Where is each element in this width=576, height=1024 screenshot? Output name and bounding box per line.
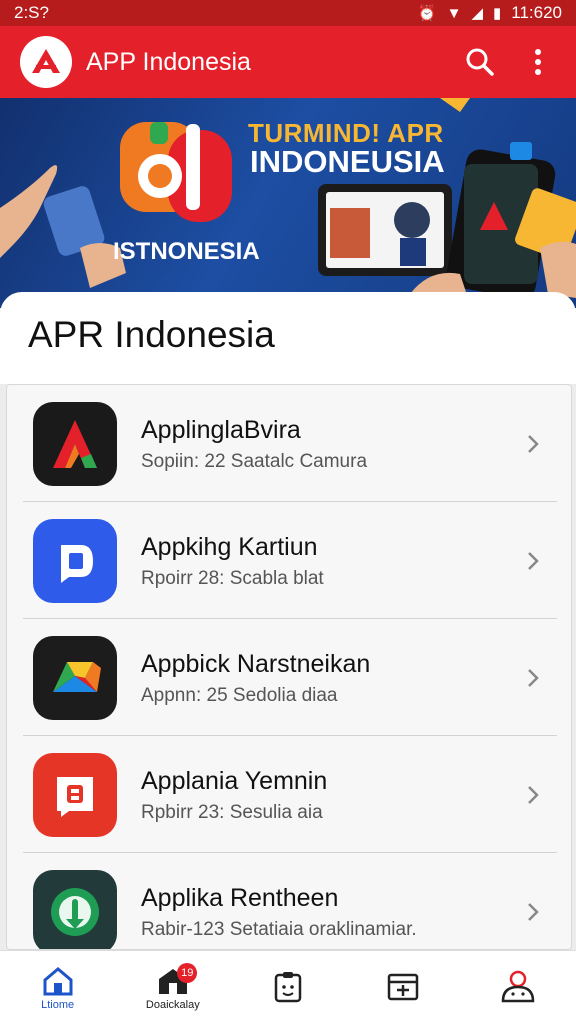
- nav-profile[interactable]: [461, 951, 576, 1024]
- app-logo-icon: [20, 36, 72, 88]
- d-letter-app-icon: [33, 518, 117, 603]
- banner-caption: ISTNONESIA: [113, 238, 260, 265]
- app-list: ApplinglaBvira Sopiin: 22 Saatalc Camura…: [6, 384, 572, 950]
- list-item-title: Appbick Narstneikan: [141, 649, 371, 678]
- alarm-icon: ⏰: [417, 4, 437, 22]
- nav-calendar[interactable]: [346, 951, 461, 1024]
- profile-icon: [502, 970, 535, 1002]
- list-item-subtitle: Rpoirr 28: Scabla blat: [141, 567, 324, 589]
- chevron-right-icon: [513, 541, 553, 581]
- nav-tasks[interactable]: [230, 951, 345, 1024]
- more-vert-icon: [535, 49, 541, 75]
- promo-banner[interactable]: TURMIND! APR INDONEUSIA ISTNONESIA: [0, 98, 576, 308]
- wifi-icon: ▼: [446, 4, 462, 22]
- list-item[interactable]: ApplinglaBvira Sopiin: 22 Saatalc Camura: [7, 385, 571, 502]
- list-item-title: ApplinglaBvira: [141, 415, 301, 444]
- battery-icon: ▮: [493, 4, 502, 22]
- list-item[interactable]: Applania Yemnin Rpbirr 23: Sesulia aia: [7, 736, 571, 853]
- calendar-plus-icon: [387, 973, 419, 1000]
- banner-subheadline: INDONEUSIA: [250, 144, 445, 179]
- list-item-text: Applika Rentheen Rabir-123 Setatiaia ora…: [141, 883, 513, 941]
- list-item[interactable]: Appbick Narstneikan Appnn: 25 Sedolia di…: [7, 619, 571, 736]
- a-letter-app-icon: [33, 401, 117, 486]
- screen: 2:S? ⏰ ▼ ◢ ▮ 11:620 APP Indonesia TURMIN…: [0, 0, 576, 1024]
- status-bar: 2:S? ⏰ ▼ ◢ ▮ 11:620: [0, 0, 576, 26]
- status-icons: ⏰ ▼ ◢ ▮ 11:620: [418, 3, 562, 23]
- section-title: APR Indonesia: [28, 314, 275, 355]
- app-bar: APP Indonesia: [0, 26, 576, 98]
- list-item-subtitle: Rabir-123 Setatiaia oraklinamiar.: [141, 918, 417, 940]
- nav-home[interactable]: Ltiome: [0, 951, 115, 1024]
- list-item[interactable]: Applika Rentheen Rabir-123 Setatiaia ora…: [7, 853, 571, 949]
- clipboard-face-icon: [274, 971, 302, 1002]
- list-item-text: Applania Yemnin Rpbirr 23: Sesulia aia: [141, 766, 513, 824]
- list-item-text: Appkihg Kartiun Rpoirr 28: Scabla blat: [141, 532, 513, 590]
- list-item-subtitle: Rpbirr 23: Sesulia aia: [141, 801, 323, 823]
- search-button[interactable]: [460, 42, 500, 82]
- section-header: APR Indonesia: [0, 292, 576, 384]
- chevron-right-icon: [513, 658, 553, 698]
- chevron-right-icon: [513, 775, 553, 815]
- green-shield-app-icon: [33, 869, 117, 949]
- prism-app-icon: [33, 635, 117, 720]
- signal-icon: ◢: [471, 4, 483, 22]
- list-item[interactable]: Appkihg Kartiun Rpoirr 28: Scabla blat: [7, 502, 571, 619]
- nav-store-label: Doaickalay: [145, 998, 200, 1011]
- notification-badge: 19: [177, 963, 198, 983]
- list-item-subtitle: Sopiin: 22 Saatalc Camura: [141, 450, 368, 472]
- list-item-text: Appbick Narstneikan Appnn: 25 Sedolia di…: [141, 649, 513, 707]
- app-title: APP Indonesia: [86, 47, 251, 76]
- nav-store[interactable]: Doaickalay 19: [115, 951, 230, 1024]
- list-item-title: Appkihg Kartiun: [141, 532, 318, 561]
- list-item-title: Applania Yemnin: [141, 766, 328, 795]
- bottom-navigation: Ltiome Doaickalay 19: [0, 950, 576, 1024]
- list-item-subtitle: Appnn: 25 Sedolia diaa: [141, 684, 338, 706]
- badge-count: 19: [177, 963, 198, 983]
- search-icon: [466, 48, 494, 76]
- b-letter-app-icon: [33, 752, 117, 837]
- status-time: 2:S?: [14, 3, 49, 22]
- home-icon: [43, 966, 73, 995]
- list-item-text: ApplinglaBvira Sopiin: 22 Saatalc Camura: [141, 415, 513, 473]
- chevron-right-icon: [513, 892, 553, 932]
- status-clock: 11:620: [511, 3, 562, 22]
- overflow-menu-button[interactable]: [518, 42, 558, 82]
- nav-home-label: Ltiome: [41, 998, 75, 1011]
- list-item-title: Applika Rentheen: [141, 883, 339, 912]
- chevron-right-icon: [513, 424, 553, 464]
